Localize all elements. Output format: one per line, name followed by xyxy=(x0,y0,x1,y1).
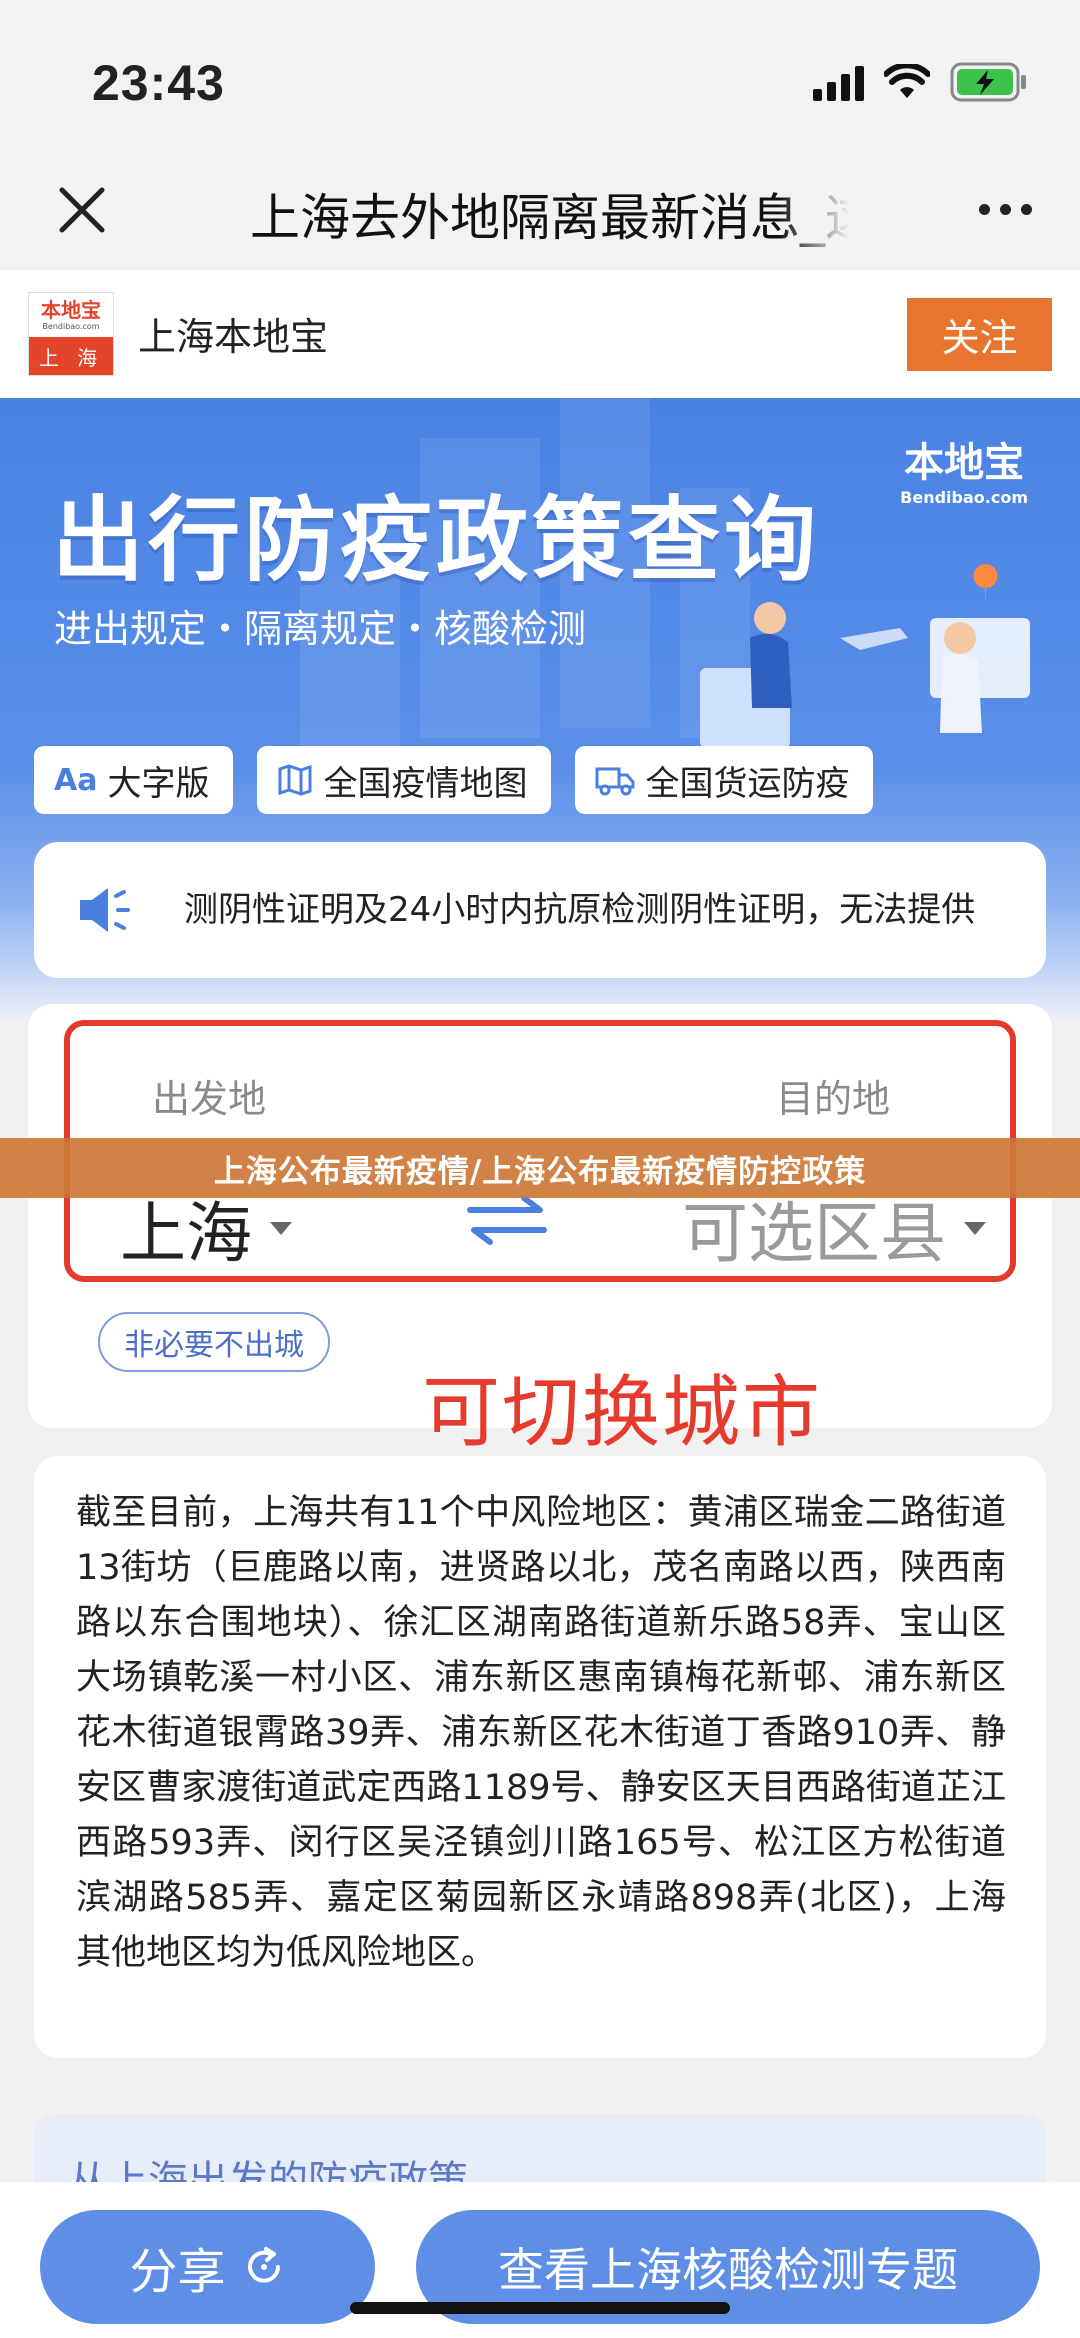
battery-charging-icon xyxy=(950,62,1026,102)
banner-subtitle: 进出规定・隔离规定・核酸检测 xyxy=(54,607,587,651)
notice-text: 测阴性证明及24小时内抗原检测阴性证明，无法提供 xyxy=(184,890,976,930)
account-name[interactable]: 上海本地宝 xyxy=(138,306,328,361)
annotation-text: 可切换城市 xyxy=(422,1368,823,1458)
more-icon[interactable] xyxy=(979,204,1032,215)
refresh-icon xyxy=(247,2247,280,2283)
notice-marquee[interactable]: 测阴性证明及24小时内抗原检测阴性证明，无法提供 xyxy=(34,842,1046,978)
follow-button[interactable]: 关注 xyxy=(907,298,1052,371)
logo-name: 本地宝 xyxy=(904,439,1025,486)
avatar-domain: Bendibao.com xyxy=(42,321,100,331)
close-icon[interactable] xyxy=(52,180,112,240)
status-icons xyxy=(813,62,1028,102)
stay-in-city-tag: 非必要不出城 xyxy=(98,1312,330,1372)
speaker-icon xyxy=(80,888,130,932)
logo-domain: Bendibao.com xyxy=(900,488,1028,507)
account-avatar[interactable]: 本地宝 Bendibao.com 上 海 xyxy=(28,292,114,376)
wifi-icon xyxy=(884,64,930,98)
account-bar: 本地宝 Bendibao.com 上 海 上海本地宝 关注 xyxy=(0,270,1080,398)
swap-icon[interactable] xyxy=(462,1190,552,1250)
destination-label: 目的地 xyxy=(776,1077,891,1121)
chip-label: 全国货运防疫 xyxy=(645,763,850,804)
chevron-down-icon xyxy=(270,1221,292,1235)
home-indicator xyxy=(350,2302,730,2314)
status-time: 23:43 xyxy=(92,55,225,111)
share-button[interactable]: 分享 xyxy=(40,2210,375,2324)
avatar-city: 上 海 xyxy=(29,337,113,375)
chip-label: 全国疫情地图 xyxy=(323,763,528,804)
chip-large-font[interactable]: Aa 大字版 xyxy=(34,746,234,814)
risk-area-text: 截至目前，上海共有11个中风险地区：黄浦区瑞金二路街道13街坊（巨鹿路以南，进贤… xyxy=(76,1493,1006,1973)
cellular-signal-icon xyxy=(813,63,864,101)
chevron-down-icon xyxy=(964,1221,986,1235)
risk-area-card: 截至目前，上海共有11个中风险地区：黄浦区瑞金二路街道13街坊（巨鹿路以南，进贤… xyxy=(34,1456,1046,2058)
font-size-icon: Aa xyxy=(54,762,98,798)
chip-freight-policy[interactable]: 全国货运防疫 xyxy=(575,746,874,814)
bottom-action-bar: 分享 查看上海核酸检测专题 xyxy=(0,2182,1080,2338)
status-bar: 23:43 xyxy=(0,0,1080,160)
travel-illustration xyxy=(700,564,1030,748)
avatar-brand: 本地宝 xyxy=(41,297,101,322)
chip-epidemic-map[interactable]: 全国疫情地图 xyxy=(257,746,552,814)
truck-icon xyxy=(595,767,635,796)
map-icon xyxy=(278,764,312,796)
origin-label: 出发地 xyxy=(152,1077,267,1121)
chip-label: 大字版 xyxy=(107,763,210,804)
quick-chip-row: Aa 大字版 全国疫情地图 全国货运防疫 xyxy=(34,746,874,814)
overlay-caption: 上海公布最新疫情/上海公布最新疫情防控政策 xyxy=(0,1138,1080,1198)
page-title: 上海去外地隔离最新消息_这 xyxy=(250,189,850,247)
bendibao-logo: 本地宝 Bendibao.com xyxy=(900,430,1028,507)
share-label: 分享 xyxy=(129,2246,226,2299)
nav-bar: 上海去外地隔离最新消息_这 xyxy=(0,160,1080,270)
